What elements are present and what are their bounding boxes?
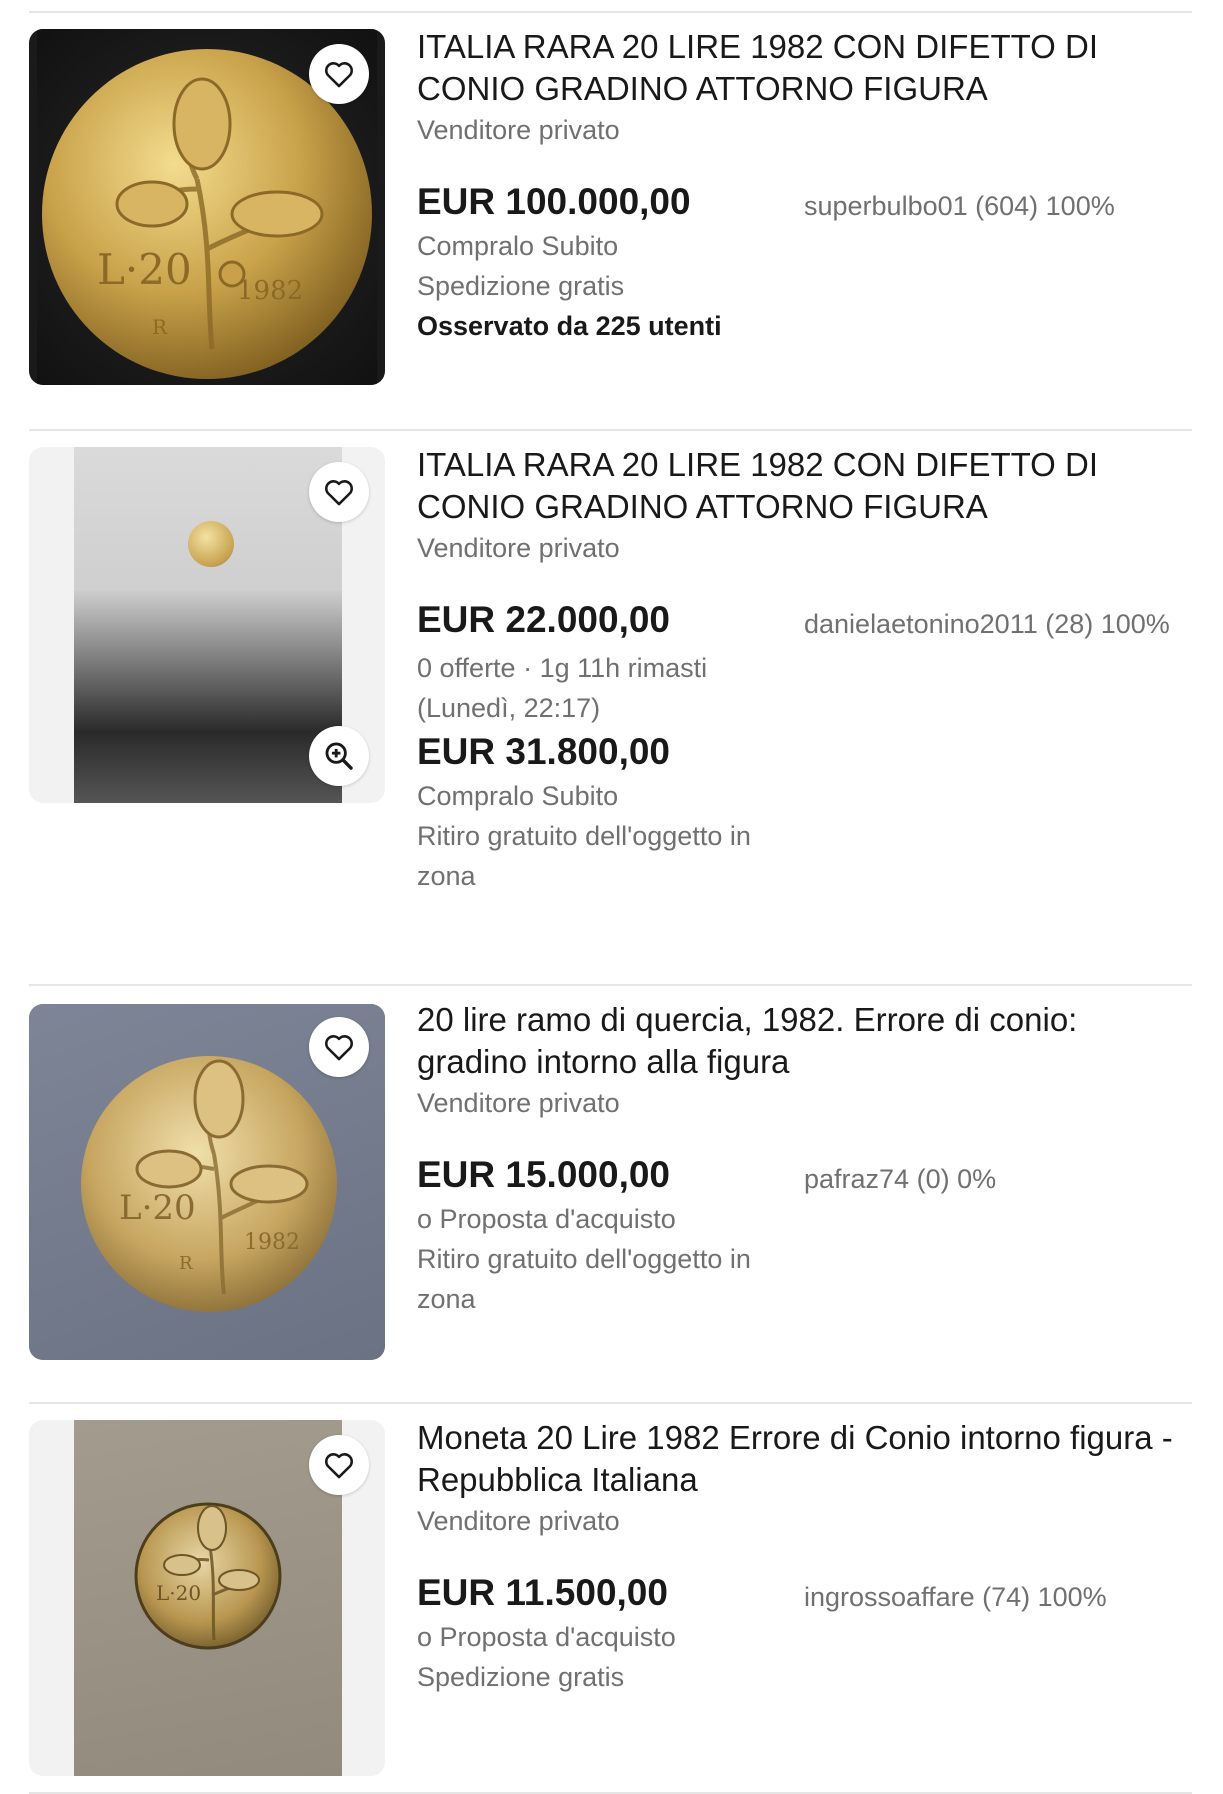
seller-info: superbulbo01 (604) 100%	[804, 191, 1115, 221]
heart-icon	[325, 1035, 353, 1061]
listing-title[interactable]: 20 lire ramo di quercia, 1982. Errore di…	[417, 999, 1192, 1083]
end-time: (Lunedì, 22:17)	[417, 693, 601, 723]
buy-format: o Proposta d'acquisto	[417, 1622, 676, 1652]
coin-denomination: L·20	[97, 245, 192, 294]
seller-info: ingrossoaffare (74) 100%	[804, 1582, 1107, 1612]
listing-title[interactable]: ITALIA RARA 20 LIRE 1982 CON DIFETTO DI …	[417, 26, 1192, 110]
shipping-info: Ritiro gratuito dell'oggetto in zona	[417, 1244, 751, 1314]
listing-title[interactable]: ITALIA RARA 20 LIRE 1982 CON DIFETTO DI …	[417, 444, 1192, 528]
heart-icon	[325, 1453, 353, 1479]
coin-photo	[74, 447, 342, 803]
coin-denomination: L·20	[156, 1581, 201, 1605]
listing-item[interactable]: L·20 1982 R 20 lire ramo di quercia, 198…	[29, 986, 1192, 1404]
watchers-count: Osservato da 225 utenti	[417, 311, 722, 341]
coin-mint: R	[179, 1253, 193, 1274]
listing-item[interactable]: L·20 Moneta 20 Lire 1982 Errore di Conio…	[29, 1404, 1192, 1794]
listing-info: ITALIA RARA 20 LIRE 1982 CON DIFETTO DI …	[417, 444, 1192, 896]
seller-type: Venditore privato	[417, 533, 620, 563]
shipping-info: Spedizione gratis	[417, 271, 625, 301]
coin-photo: L·20	[74, 1420, 342, 1776]
seller-type: Venditore privato	[417, 115, 620, 145]
zoom-in-icon	[325, 742, 353, 770]
bid-info: 0 offerte · 1g 11h rimasti	[417, 653, 708, 683]
buy-format: o Proposta d'acquisto	[417, 1204, 676, 1234]
buy-format: Compralo Subito	[417, 781, 619, 811]
listing-title[interactable]: Moneta 20 Lire 1982 Errore di Conio into…	[417, 1417, 1192, 1501]
listing-info: Moneta 20 Lire 1982 Errore di Conio into…	[417, 1417, 1192, 1697]
watch-button[interactable]	[309, 462, 369, 522]
seller-type: Venditore privato	[417, 1506, 620, 1536]
seller-info: danielaetonino2011 (28) 100%	[804, 609, 1170, 639]
coin-mint: R	[152, 315, 168, 339]
watch-button[interactable]	[309, 1435, 369, 1495]
coin-year: 1982	[244, 1230, 300, 1255]
watch-button[interactable]	[309, 1017, 369, 1077]
shipping-info: Ritiro gratuito dell'oggetto in zona	[417, 821, 751, 891]
seller-info: pafraz74 (0) 0%	[804, 1164, 997, 1194]
seller-type: Venditore privato	[417, 1088, 620, 1118]
coin-image: L·20	[134, 1502, 282, 1650]
buy-format: Compralo Subito	[417, 231, 619, 261]
coin-denomination: L·20	[119, 1188, 196, 1228]
buy-now-price: EUR 31.800,00	[417, 731, 671, 772]
listing-item[interactable]: L·20 1982 R ITALIA RARA 20 LIRE 1982 CON…	[29, 13, 1192, 431]
zoom-button[interactable]	[309, 726, 369, 786]
listing-item[interactable]: ITALIA RARA 20 LIRE 1982 CON DIFETTO DI …	[29, 431, 1192, 986]
heart-icon	[325, 62, 353, 88]
coin-small	[188, 521, 234, 567]
shipping-info: Spedizione gratis	[417, 1662, 625, 1692]
heart-icon	[325, 480, 353, 506]
coin-year: 1982	[237, 276, 303, 306]
watch-button[interactable]	[309, 44, 369, 104]
